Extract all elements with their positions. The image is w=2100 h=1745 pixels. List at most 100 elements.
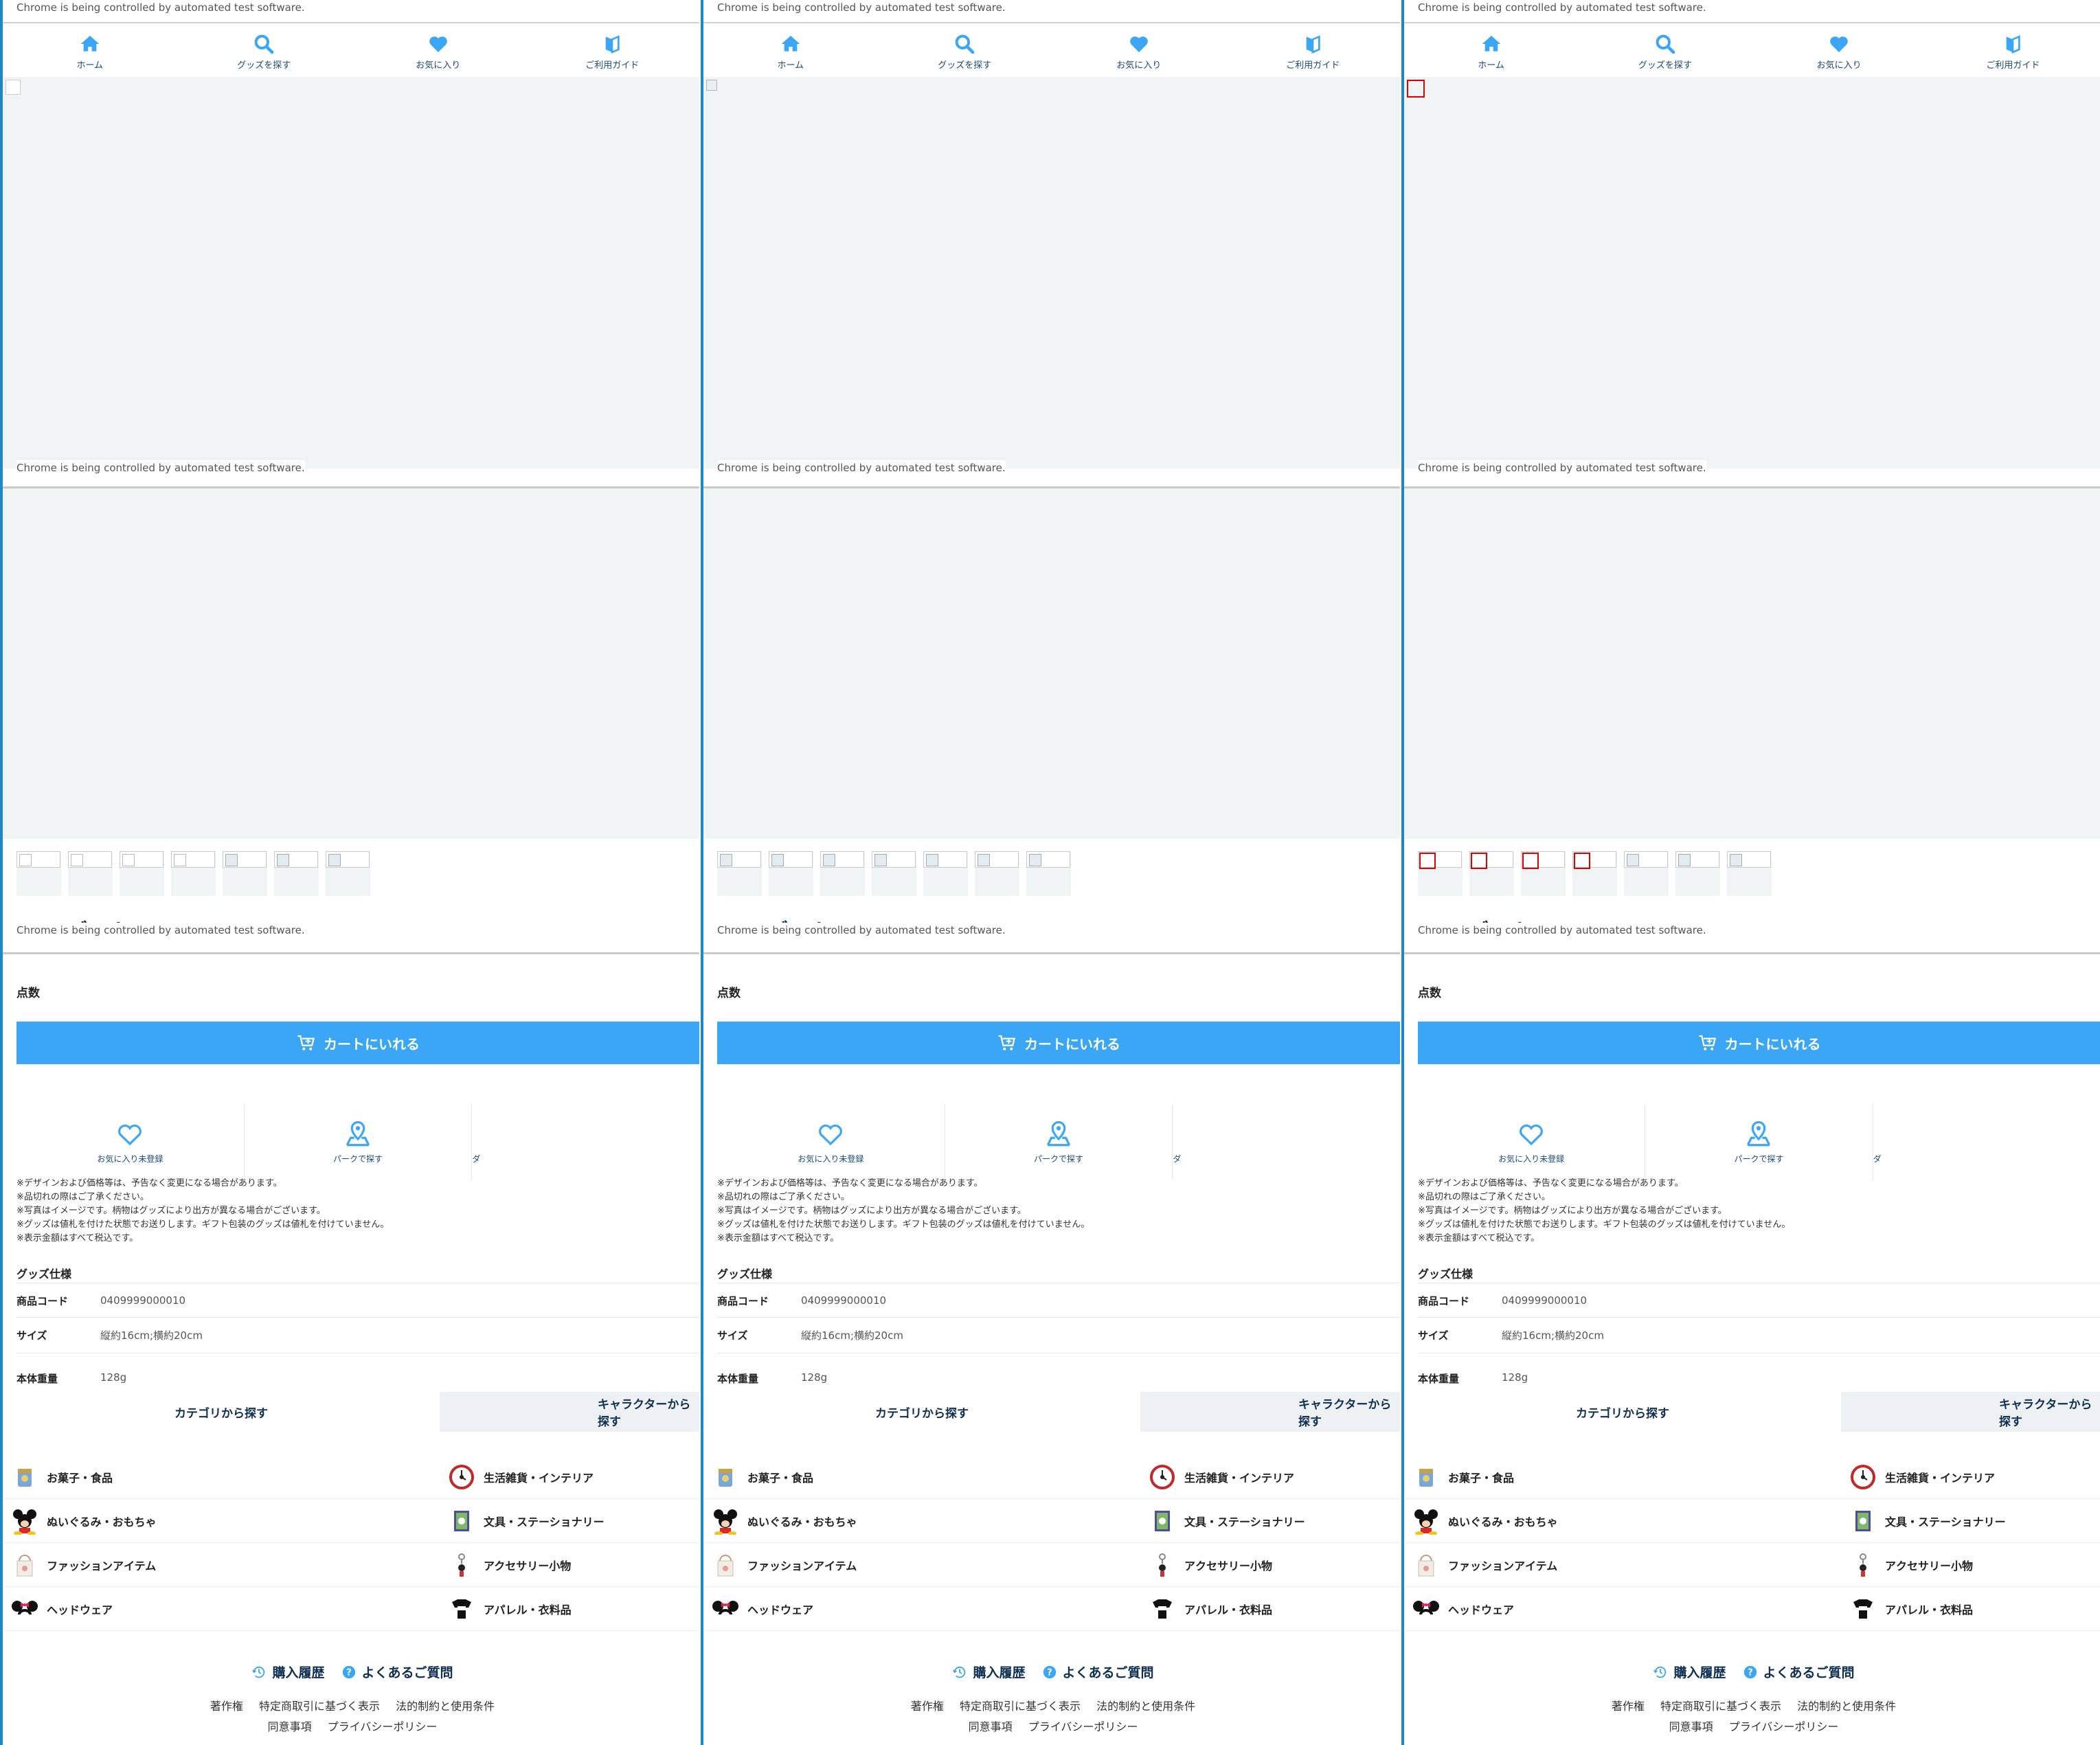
product-thumbnail[interactable] — [326, 851, 370, 896]
category-item[interactable]: アパレル・衣料品 — [1841, 1587, 2100, 1631]
third-action-button[interactable]: ダ — [1873, 1104, 2100, 1180]
footer-link[interactable]: 法的制約と使用条件 — [1797, 1700, 1896, 1713]
category-item[interactable]: 生活雑貨・インテリア — [1841, 1455, 2100, 1499]
product-thumbnail[interactable] — [223, 851, 267, 896]
guide-book-icon — [605, 35, 620, 54]
category-item[interactable]: アパレル・衣料品 — [1140, 1587, 1400, 1631]
faq-link[interactable]: ? よくあるご質問 — [341, 1663, 453, 1681]
product-thumbnail[interactable] — [1521, 851, 1566, 896]
nav-favorites[interactable]: お気に入り — [351, 26, 526, 77]
category-item[interactable]: ファッションアイテム — [703, 1543, 1140, 1587]
tab-by-category[interactable]: カテゴリから探す — [703, 1392, 1140, 1432]
category-item[interactable]: ファッションアイテム — [1404, 1543, 1841, 1587]
faq-link[interactable]: ? よくあるご質問 — [1042, 1663, 1154, 1681]
footer-link[interactable]: 法的制約と使用条件 — [1096, 1700, 1195, 1713]
category-item[interactable]: お菓子・食品 — [1404, 1455, 1841, 1499]
favorite-toggle[interactable]: お気に入り未登録 — [16, 1104, 245, 1180]
footer-link[interactable]: 同意事項 — [969, 1720, 1013, 1733]
tab-by-character[interactable]: キャラクターから探す — [1140, 1392, 1400, 1432]
footer-link[interactable]: 著作権 — [911, 1700, 944, 1713]
find-in-park-button[interactable]: パークで探す — [945, 1104, 1173, 1180]
category-item[interactable]: アクセサリー小物 — [1841, 1543, 2100, 1587]
product-thumbnail[interactable] — [1572, 851, 1617, 896]
product-thumbnail[interactable] — [1469, 851, 1514, 896]
footer-link[interactable]: 同意事項 — [268, 1720, 312, 1733]
category-item[interactable]: 文具・ステーショナリー — [1841, 1499, 2100, 1543]
add-to-cart-button[interactable]: カートにいれる — [717, 1022, 1400, 1064]
tab-by-category[interactable]: カテゴリから探す — [1404, 1392, 1841, 1432]
product-thumbnail[interactable] — [1624, 851, 1669, 896]
quantity-label: 点数 — [1418, 987, 1441, 1000]
faq-link[interactable]: ? よくあるご質問 — [1743, 1663, 1855, 1681]
category-item[interactable]: お菓子・食品 — [703, 1455, 1140, 1499]
nav-favorites[interactable]: お気に入り — [1052, 26, 1226, 77]
category-item[interactable]: ぬいぐるみ・おもちゃ — [1404, 1499, 1841, 1543]
category-item[interactable]: ファッションアイテム — [3, 1543, 440, 1587]
category-item[interactable]: アパレル・衣料品 — [440, 1587, 699, 1631]
footer-link[interactable]: 法的制約と使用条件 — [396, 1700, 495, 1713]
favorite-toggle[interactable]: お気に入り未登録 — [1418, 1104, 1646, 1180]
third-action-button[interactable]: ダ — [472, 1104, 699, 1180]
nav-search[interactable]: グッズを探す — [1578, 26, 1752, 77]
footer-link[interactable]: プライバシーポリシー — [1028, 1720, 1138, 1733]
product-thumbnail[interactable] — [68, 851, 113, 896]
product-thumbnail[interactable] — [120, 851, 164, 896]
category-item[interactable]: ぬいぐるみ・おもちゃ — [3, 1499, 440, 1543]
product-thumbnail[interactable] — [274, 851, 319, 896]
footer-link[interactable]: プライバシーポリシー — [328, 1720, 438, 1733]
nav-guide[interactable]: ご利用ガイド — [526, 26, 700, 77]
category-item[interactable]: ヘッドウェア — [1404, 1587, 1841, 1631]
purchase-history-link[interactable]: 購入履歴 — [251, 1663, 325, 1681]
product-thumbnail[interactable] — [975, 851, 1019, 896]
product-thumbnail[interactable] — [16, 851, 61, 896]
category-item[interactable]: 文具・ステーショナリー — [1140, 1499, 1400, 1543]
product-thumbnail[interactable] — [171, 851, 216, 896]
footer-link[interactable]: 著作権 — [1612, 1700, 1645, 1713]
tab-by-character[interactable]: キャラクターから探す — [440, 1392, 699, 1432]
category-item[interactable]: 生活雑貨・インテリア — [440, 1455, 699, 1499]
footer-link[interactable]: 特定商取引に基づく表示 — [259, 1700, 380, 1713]
category-item[interactable]: 生活雑貨・インテリア — [1140, 1455, 1400, 1499]
footer-links-row2: 同意事項 プライバシーポリシー — [703, 1718, 1400, 1734]
category-item[interactable]: アクセサリー小物 — [440, 1543, 699, 1587]
product-thumbnail[interactable] — [769, 851, 813, 896]
category-item[interactable]: 文具・ステーショナリー — [440, 1499, 699, 1543]
nav-search[interactable]: グッズを探す — [878, 26, 1052, 77]
product-thumbnail[interactable] — [1675, 851, 1720, 896]
tab-by-character[interactable]: キャラクターから探す — [1841, 1392, 2100, 1432]
nav-favorites[interactable]: お気に入り — [1752, 26, 1926, 77]
find-in-park-button[interactable]: パークで探す — [245, 1104, 473, 1180]
product-thumbnail[interactable] — [1418, 851, 1463, 896]
category-item[interactable]: ぬいぐるみ・おもちゃ — [703, 1499, 1140, 1543]
bottom-nav: ホーム グッズを探す お気に入り ご利用ガイド — [703, 26, 1400, 77]
footer-link[interactable]: 著作権 — [210, 1700, 243, 1713]
third-action-button[interactable]: ダ — [1173, 1104, 1400, 1180]
nav-guide[interactable]: ご利用ガイド — [1226, 26, 1401, 77]
product-thumbnail[interactable] — [717, 851, 762, 896]
add-to-cart-button[interactable]: カートにいれる — [1418, 1022, 2100, 1064]
purchase-history-link[interactable]: 購入履歴 — [1653, 1663, 1726, 1681]
nav-home[interactable]: ホーム — [3, 26, 177, 77]
nav-guide[interactable]: ご利用ガイド — [1926, 26, 2100, 77]
product-thumbnail[interactable] — [1727, 851, 1772, 896]
footer-link[interactable]: プライバシーポリシー — [1729, 1720, 1839, 1733]
favorite-toggle[interactable]: お気に入り未登録 — [717, 1104, 945, 1180]
footer-link[interactable]: 同意事項 — [1669, 1720, 1713, 1733]
category-item[interactable]: お菓子・食品 — [3, 1455, 440, 1499]
category-item[interactable]: ヘッドウェア — [3, 1587, 440, 1631]
product-thumbnail[interactable] — [872, 851, 916, 896]
nav-search[interactable]: グッズを探す — [177, 26, 352, 77]
find-in-park-button[interactable]: パークで探す — [1645, 1104, 1873, 1180]
footer-link[interactable]: 特定商取引に基づく表示 — [1660, 1700, 1781, 1713]
product-thumbnail[interactable] — [820, 851, 865, 896]
tab-by-category[interactable]: カテゴリから探す — [3, 1392, 440, 1432]
footer-link[interactable]: 特定商取引に基づく表示 — [960, 1700, 1081, 1713]
product-thumbnail[interactable] — [1026, 851, 1071, 896]
category-item[interactable]: アクセサリー小物 — [1140, 1543, 1400, 1587]
nav-home[interactable]: ホーム — [1404, 26, 1578, 77]
category-item[interactable]: ヘッドウェア — [703, 1587, 1140, 1631]
product-thumbnail[interactable] — [923, 851, 968, 896]
add-to-cart-button[interactable]: カートにいれる — [16, 1022, 699, 1064]
nav-home[interactable]: ホーム — [703, 26, 878, 77]
purchase-history-link[interactable]: 購入履歴 — [952, 1663, 1026, 1681]
